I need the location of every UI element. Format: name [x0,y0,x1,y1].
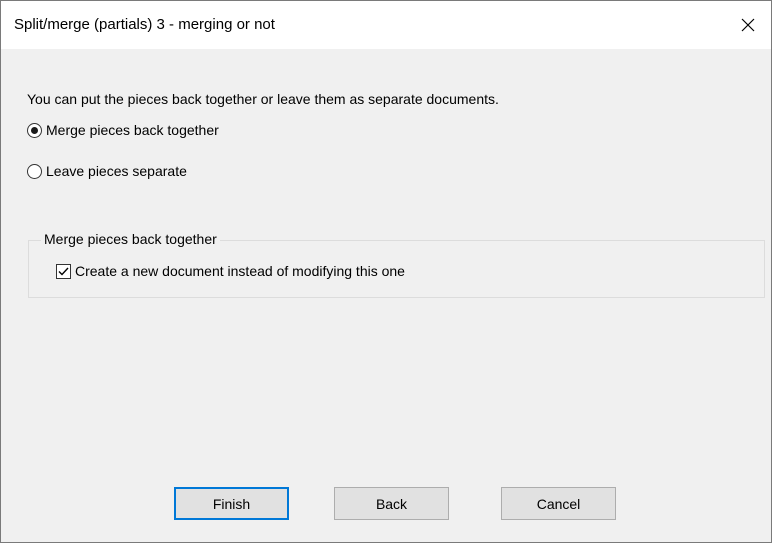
create-new-document-label: Create a new document instead of modifyi… [75,263,405,279]
dialog-window: Split/merge (partials) 3 - merging or no… [0,0,772,543]
window-title: Split/merge (partials) 3 - merging or no… [14,16,275,33]
close-icon [741,18,755,32]
dialog-body: You can put the pieces back together or … [1,49,771,542]
radio-merge-label: Merge pieces back together [46,122,219,138]
radio-merge-pieces[interactable]: Merge pieces back together [27,122,219,138]
merge-options-group: Merge pieces back together Create a new … [28,231,765,298]
radio-button[interactable] [27,163,42,179]
finish-button[interactable]: Finish [174,487,289,520]
radio-leave-separate[interactable]: Leave pieces separate [27,163,187,179]
radio-separate-label: Leave pieces separate [46,163,187,179]
close-button[interactable] [725,1,771,49]
group-legend: Merge pieces back together [41,231,220,247]
intro-text: You can put the pieces back together or … [27,91,499,107]
title-bar: Split/merge (partials) 3 - merging or no… [1,1,771,49]
back-button[interactable]: Back [334,487,449,520]
create-new-document-checkbox[interactable] [56,263,71,279]
checkmark-icon [58,267,69,276]
cancel-button[interactable]: Cancel [501,487,616,520]
create-new-document-checkbox-row[interactable]: Create a new document instead of modifyi… [56,263,405,279]
radio-button-selected[interactable] [27,122,42,138]
